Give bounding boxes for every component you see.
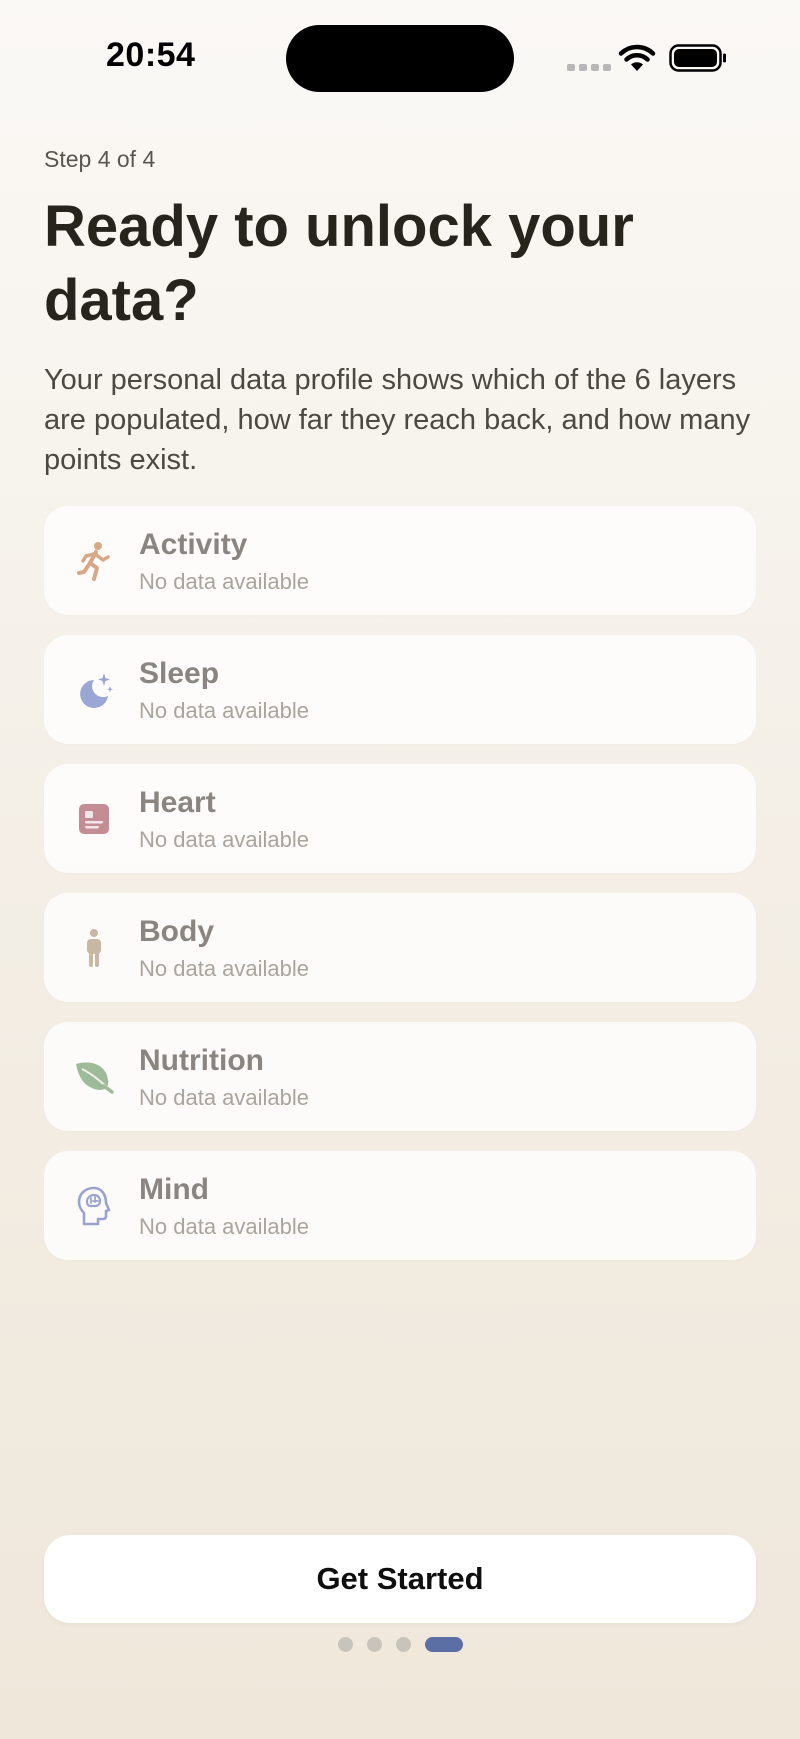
- layer-name: Body: [139, 915, 214, 948]
- cellular-signal-icon: [567, 64, 611, 71]
- page-dot-4-active[interactable]: [425, 1637, 463, 1652]
- layer-status: No data available: [139, 1214, 310, 1239]
- status-bar: 20:54: [0, 0, 800, 120]
- running-figure-icon: [74, 541, 114, 581]
- layer-status: No data available: [139, 698, 310, 723]
- layer-card-sleep[interactable]: Sleep No data available: [44, 635, 756, 744]
- page-dot-1[interactable]: [338, 1637, 353, 1652]
- layer-status: No data available: [139, 827, 310, 852]
- layer-name: Nutrition: [139, 1044, 264, 1077]
- get-started-button[interactable]: Get Started: [44, 1535, 756, 1623]
- page-indicator[interactable]: [338, 1637, 463, 1652]
- layer-status: No data available: [139, 956, 310, 981]
- layer-card-mind[interactable]: Mind No data available: [44, 1151, 756, 1260]
- layer-card-heart[interactable]: Heart No data available: [44, 764, 756, 873]
- battery-icon: [669, 44, 726, 72]
- status-time: 20:54: [106, 36, 196, 74]
- step-indicator: Step 4 of 4: [44, 146, 156, 172]
- layer-name: Activity: [139, 528, 248, 561]
- layer-name: Sleep: [139, 657, 220, 690]
- layer-status: No data available: [139, 1085, 310, 1110]
- leaf-icon: [74, 1057, 114, 1097]
- page-dot-2[interactable]: [367, 1637, 382, 1652]
- page-title: Ready to unlock your data?: [44, 194, 634, 333]
- moon-stars-icon: [74, 670, 114, 710]
- page-dot-3[interactable]: [396, 1637, 411, 1652]
- layer-card-activity[interactable]: Activity No data available: [44, 506, 756, 615]
- wifi-icon: [618, 44, 656, 71]
- layer-card-nutrition[interactable]: Nutrition No data available: [44, 1022, 756, 1131]
- person-figure-icon: [74, 928, 114, 968]
- heart-record-icon: [74, 799, 114, 839]
- layer-card-body[interactable]: Body No data available: [44, 893, 756, 1002]
- layer-name: Heart: [139, 786, 216, 819]
- page-description: Your personal data profile shows which o…: [44, 364, 751, 476]
- dynamic-island: [286, 25, 514, 92]
- layer-name: Mind: [139, 1173, 209, 1206]
- data-layers-list: Activity No data available Sleep No data…: [44, 506, 756, 1280]
- layer-status: No data available: [139, 569, 310, 594]
- brain-head-icon: [74, 1186, 114, 1226]
